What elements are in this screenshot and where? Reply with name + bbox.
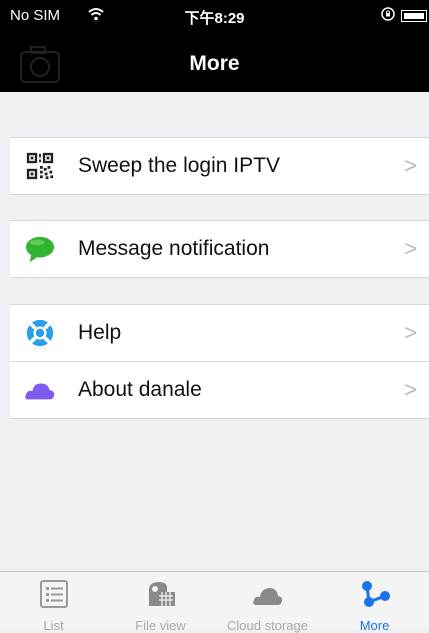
menu-item-about[interactable]: About danale > — [10, 361, 429, 418]
tab-cloud-storage[interactable]: Cloud storage — [214, 572, 321, 633]
chevron-right-icon: > — [404, 153, 417, 178]
about-label: About danale — [78, 378, 202, 401]
battery-icon — [401, 10, 427, 22]
chevron-right-icon: > — [404, 236, 417, 261]
chevron-right-icon: > — [404, 320, 417, 345]
page-title: More — [189, 52, 240, 75]
tab-list[interactable]: List — [0, 572, 107, 633]
help-label: Help — [78, 321, 122, 344]
tab-file-view[interactable]: File view — [107, 572, 214, 633]
tab-label: Cloud storage — [227, 618, 308, 633]
tab-bar: List File view Cloud storage More — [0, 571, 429, 633]
menu-item-help[interactable]: Help > — [10, 305, 429, 361]
tab-label: More — [359, 618, 390, 633]
lifebuoy-icon — [26, 319, 54, 347]
file-view-icon — [149, 582, 175, 606]
tab-label: File view — [135, 618, 186, 633]
menu-item-message-notification[interactable]: Message notification > — [10, 221, 429, 277]
menu-item-sweep-login[interactable]: Sweep the login IPTV > — [10, 138, 429, 194]
menu-group-iptv: Sweep the login IPTV > — [10, 137, 429, 195]
tab-more[interactable]: More — [321, 572, 428, 633]
cloud-storage-icon — [253, 588, 283, 605]
menu-group-notifications: Message notification > — [10, 220, 429, 278]
menu-group-info: Help > About danale > — [10, 304, 429, 419]
sweep-login-label: Sweep the login IPTV — [78, 154, 280, 177]
clock-time: 下午8:29 — [184, 10, 245, 27]
list-icon — [40, 580, 68, 608]
message-notification-label: Message notification — [78, 237, 270, 260]
qr-code-icon — [26, 152, 54, 180]
more-icon — [362, 581, 390, 607]
status-bar: No SIM 下午8:29 — [0, 0, 429, 40]
cloud-icon — [25, 383, 55, 400]
chevron-right-icon: > — [404, 377, 417, 402]
orientation-lock-icon — [381, 7, 395, 24]
chat-bubble-icon — [25, 236, 55, 263]
tab-label: List — [43, 618, 64, 633]
nav-bar: More — [0, 40, 429, 92]
